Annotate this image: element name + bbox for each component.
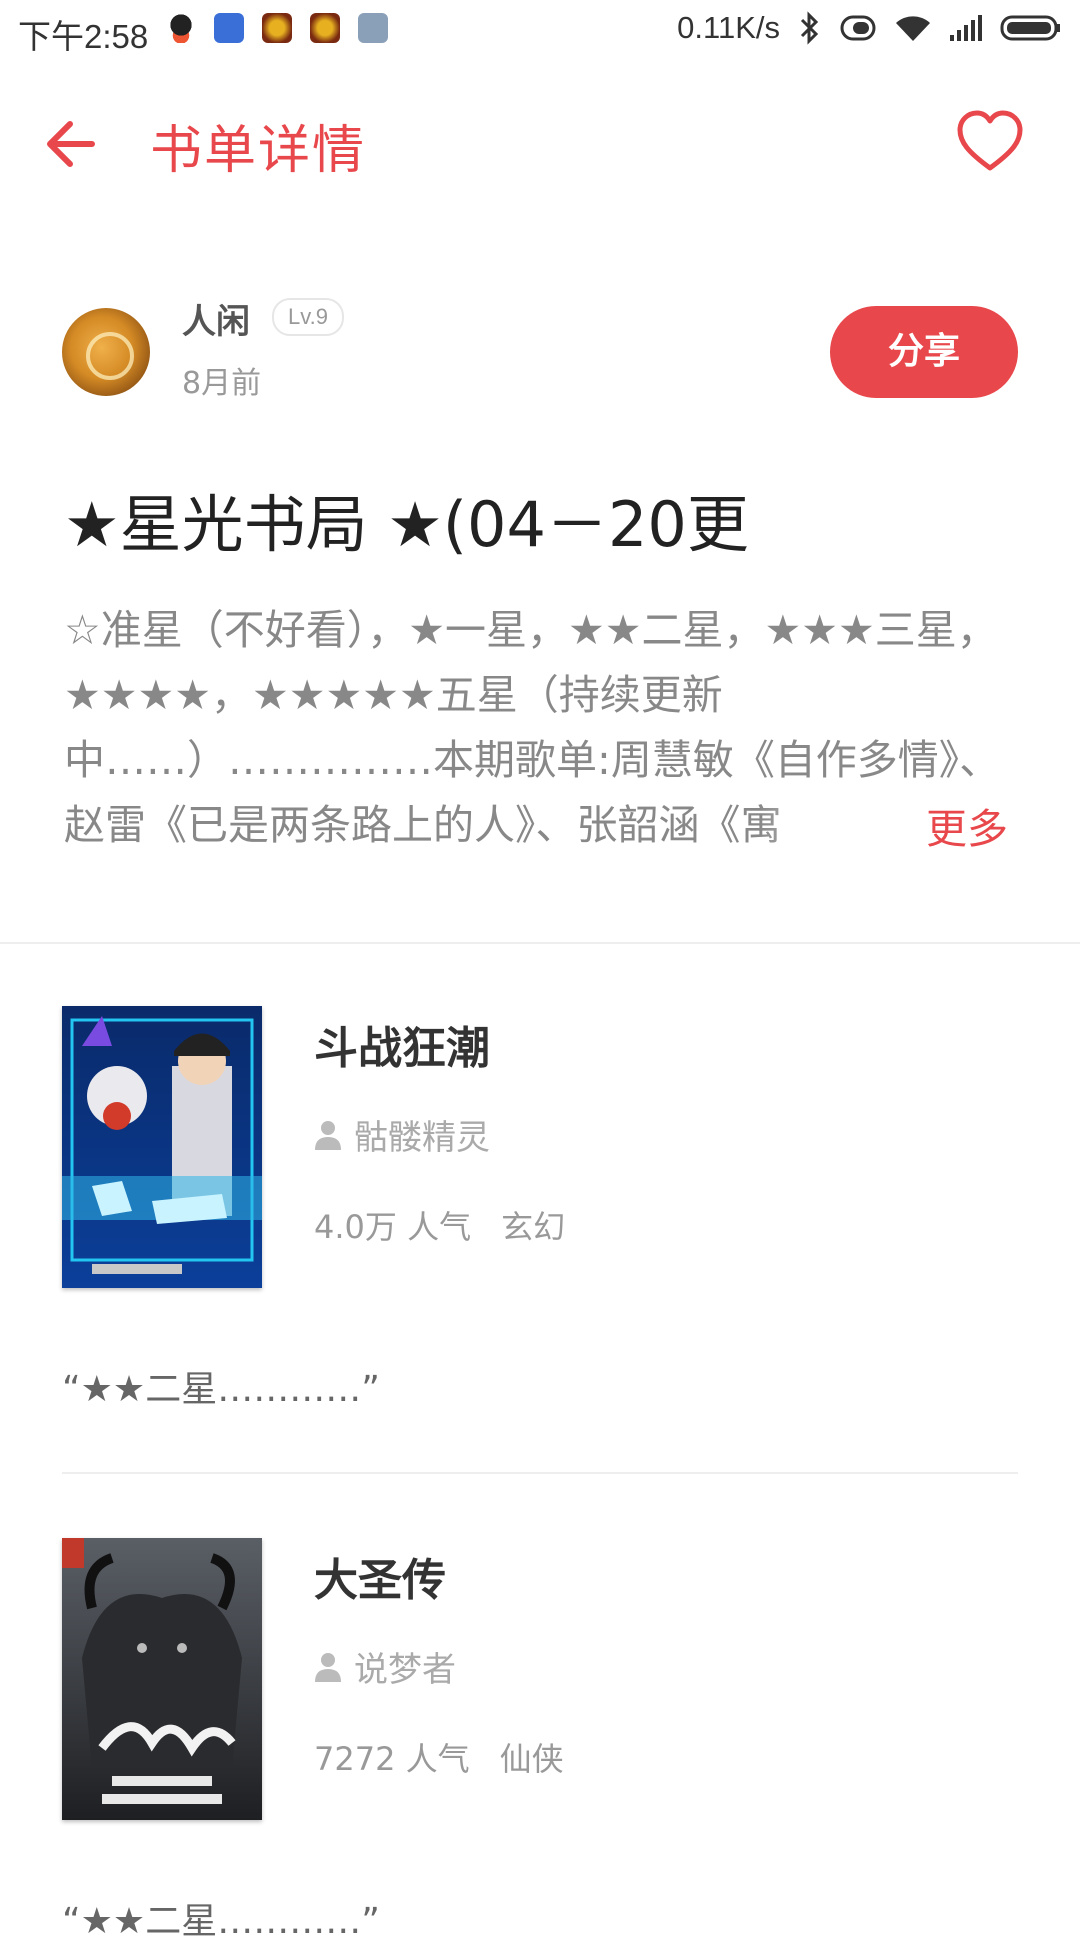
- network-speed: 0.11K/s: [677, 10, 780, 45]
- booklist-title: ★星光书局 ★(04－20更: [64, 488, 749, 561]
- avatar[interactable]: [62, 308, 150, 396]
- author-row: 人闲 Lv.9 8月前 分享: [62, 290, 1018, 410]
- status-time: 下午2:58: [18, 18, 149, 55]
- book-meta: 4.0万 人气 玄幻: [314, 1202, 565, 1248]
- vibrate-icon: [840, 15, 876, 41]
- book-cover[interactable]: [62, 1006, 262, 1288]
- book-author: 骷髅精灵: [314, 1110, 490, 1159]
- book-genre: 玄幻: [501, 1208, 566, 1246]
- status-bar: 下午2:58 0.11K/s: [0, 0, 1080, 58]
- bluetooth-icon: [800, 11, 819, 45]
- book-cover[interactable]: [62, 1538, 262, 1820]
- qq-icon: [166, 13, 196, 43]
- person-icon: [315, 1120, 341, 1150]
- back-arrow-icon[interactable]: [44, 114, 104, 174]
- notification-icons: [166, 13, 388, 43]
- book-popularity: 4.0万 人气: [314, 1208, 472, 1246]
- book-author-name: 骷髅精灵: [354, 1118, 490, 1158]
- book-author-name: 说梦者: [354, 1650, 456, 1690]
- section-divider: [0, 942, 1080, 944]
- flag-app-icon: [214, 13, 244, 43]
- book-author: 说梦者: [314, 1642, 456, 1691]
- game-app-icon: [310, 13, 340, 43]
- book-title[interactable]: 斗战狂潮: [314, 1012, 490, 1076]
- person-icon: [315, 1652, 341, 1682]
- description-fade: [760, 797, 920, 862]
- level-badge: Lv.9: [272, 298, 344, 336]
- signal-icon: [950, 15, 982, 41]
- wifi-icon: [896, 16, 930, 41]
- book-comment: “★★二星…………”: [62, 1901, 380, 1942]
- battery-icon: [1000, 15, 1060, 41]
- book-comment: “★★二星…………”: [62, 1369, 380, 1410]
- book-title[interactable]: 大圣传: [314, 1544, 446, 1608]
- book-cover-art: [62, 1538, 262, 1820]
- calculator-app-icon: [358, 13, 388, 43]
- book-genre: 仙侠: [499, 1740, 564, 1778]
- top-app-bar: 书单详情: [0, 90, 1080, 200]
- book-popularity: 7272 人气: [314, 1740, 470, 1778]
- page-title: 书单详情: [150, 121, 367, 181]
- post-time: 8月前: [182, 366, 262, 401]
- share-button[interactable]: 分享: [830, 306, 1018, 398]
- game-app-icon: [262, 13, 292, 43]
- author-name[interactable]: 人闲: [182, 294, 250, 343]
- more-link[interactable]: 更多: [926, 797, 1008, 862]
- item-divider: [62, 1472, 1018, 1474]
- book-meta: 7272 人气 仙侠: [314, 1734, 564, 1780]
- favorite-heart-icon[interactable]: [956, 108, 1024, 176]
- book-cover-art: [62, 1006, 262, 1288]
